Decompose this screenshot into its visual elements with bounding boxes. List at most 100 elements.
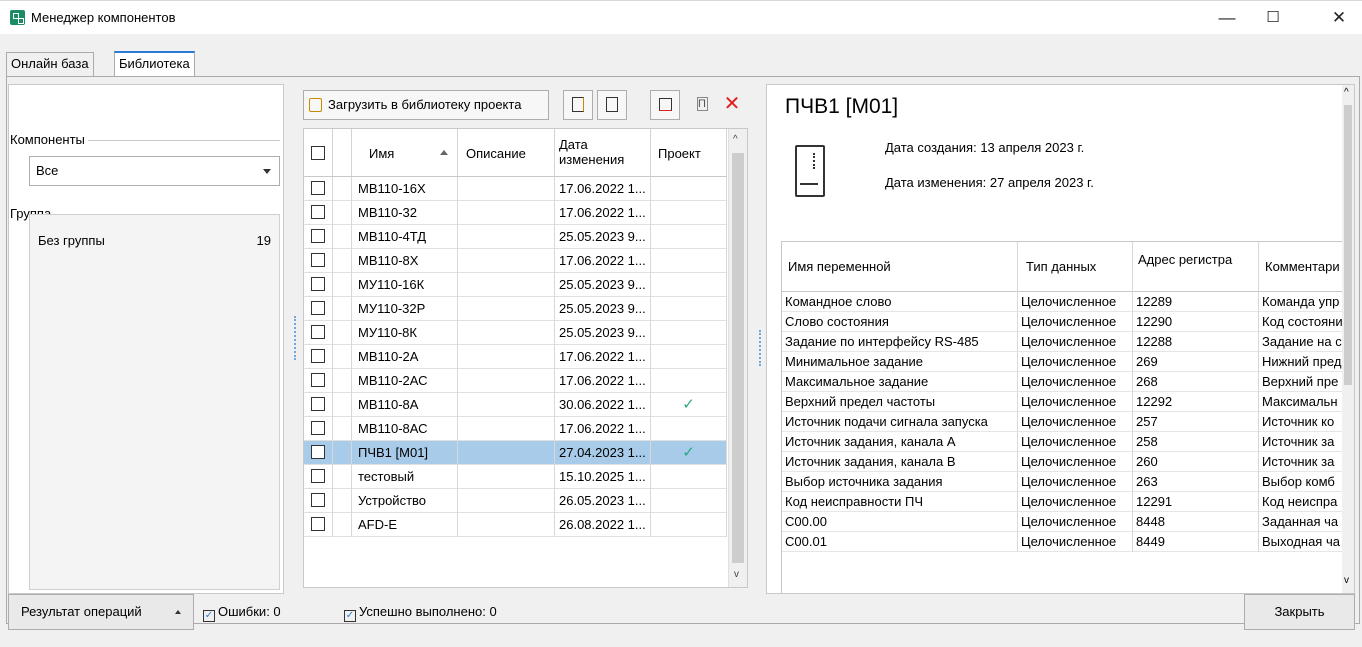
row-checkbox[interactable] [311, 397, 325, 411]
row-name: тестовый [352, 465, 458, 489]
errors-checkbox[interactable]: ✓ [203, 610, 215, 622]
table-row[interactable]: МВ110-2АС 17.06.2022 1... [304, 369, 727, 393]
row-checkbox[interactable] [311, 277, 325, 291]
row-icon-cell: M [333, 465, 352, 489]
variable-row[interactable]: C00.01 Целочисленное 8449 Выходная ча [782, 532, 1354, 552]
success-filter[interactable]: ✓ Успешно выполнено: 0 [344, 604, 497, 622]
table-row[interactable]: МВ110-8АС 17.06.2022 1... [304, 417, 727, 441]
variable-comment: Заданная ча [1259, 512, 1354, 532]
row-checkbox[interactable] [311, 301, 325, 315]
variable-row[interactable]: C00.00 Целочисленное 8448 Заданная ча [782, 512, 1354, 532]
variable-name: C00.01 [782, 532, 1018, 552]
tab-library[interactable]: Библиотека [114, 51, 195, 76]
detail-scroll-up-icon[interactable]: ^ [1344, 87, 1349, 98]
success-checkbox[interactable]: ✓ [344, 610, 356, 622]
column-header-name[interactable]: Имя [352, 129, 458, 176]
row-checkbox[interactable] [311, 325, 325, 339]
errors-filter[interactable]: ✓ Ошибки: 0 [203, 604, 281, 622]
components-select[interactable]: Все [29, 156, 280, 186]
column-header-project[interactable]: Проект [651, 129, 727, 176]
variable-row[interactable]: Выбор источника задания Целочисленное 263 В… [782, 472, 1354, 492]
detail-scrollbar-thumb[interactable] [1344, 105, 1352, 385]
row-checkbox[interactable] [311, 373, 325, 387]
row-checkbox[interactable] [311, 421, 325, 435]
table-row[interactable]: МВ110-8А 30.06.2022 1... ✓ [304, 393, 727, 417]
column-header-description[interactable]: Описание [458, 129, 555, 176]
tab-online-base[interactable]: Онлайн база [6, 52, 94, 76]
table-row[interactable]: МУ110-16К 25.05.2023 9... [304, 273, 727, 297]
table-scrollbar-thumb[interactable] [732, 153, 744, 563]
variable-row[interactable]: Максимальное задание Целочисленное 268 Верх… [782, 372, 1354, 392]
table-scrollbar[interactable]: ^ v [728, 129, 747, 587]
column-variable-name[interactable]: Имя переменной [782, 242, 1018, 292]
row-name: МВ110-4ТД [352, 225, 458, 249]
table-row[interactable]: AFD-E 26.08.2022 1... [304, 513, 727, 537]
close-window-button[interactable]: ✕ [1316, 1, 1362, 35]
variable-row[interactable]: Слово состояния Целочисленное 12290 Код сос… [782, 312, 1354, 332]
detail-scrollbar[interactable]: ^ v [1342, 85, 1354, 593]
select-all-checkbox[interactable] [311, 146, 325, 160]
row-checkbox[interactable] [311, 493, 325, 507]
table-row[interactable]: Mтестовый 15.10.2025 1... [304, 465, 727, 489]
import-button[interactable] [563, 90, 593, 120]
variable-type: Целочисленное [1018, 352, 1133, 372]
row-checkbox[interactable] [311, 253, 325, 267]
delete-button[interactable]: ✕ [720, 90, 744, 120]
variable-row[interactable]: Источник задания, канала А Целочисленное 2… [782, 432, 1354, 452]
column-comment[interactable]: Комментари [1259, 242, 1354, 292]
row-checkbox[interactable] [311, 181, 325, 195]
variable-row[interactable]: Верхний предел частоты Целочисленное 12292… [782, 392, 1354, 412]
row-checkbox[interactable] [311, 445, 325, 459]
table-row[interactable]: МВ110-16Х 17.06.2022 1... [304, 177, 727, 201]
device-icon [795, 145, 825, 197]
variable-row[interactable]: Минимальное задание Целочисленное 269 Нижни… [782, 352, 1354, 372]
variable-row[interactable]: Источник задания, канала В Целочисленное 2… [782, 452, 1354, 472]
splitter-handle-right[interactable] [759, 330, 761, 366]
variable-type: Целочисленное [1018, 392, 1133, 412]
chevron-up-icon [175, 610, 181, 614]
table-row[interactable]: МУ110-32Р 25.05.2023 9... [304, 297, 727, 321]
minimize-button[interactable]: — [1204, 1, 1250, 35]
table-row[interactable]: МВ110-4ТД 25.05.2023 9... [304, 225, 727, 249]
row-checkbox[interactable] [311, 469, 325, 483]
column-data-type[interactable]: Тип данных [1018, 242, 1133, 292]
p-button[interactable]: П [692, 90, 712, 120]
splitter-handle[interactable] [294, 316, 296, 360]
load-to-project-button[interactable]: Загрузить в библиотеку проекта [303, 90, 549, 120]
results-dropdown[interactable]: Результат операций [8, 594, 194, 630]
row-checkbox-cell [304, 249, 333, 273]
row-checkbox[interactable] [311, 229, 325, 243]
row-icon-cell [333, 225, 352, 249]
scroll-up-icon[interactable]: ^ [733, 134, 738, 145]
variable-row[interactable]: Источник подачи сигнала запуска Целочисле… [782, 412, 1354, 432]
table-row[interactable]: МУ110-8К 25.05.2023 9... [304, 321, 727, 345]
detail-scroll-down-icon[interactable]: v [1344, 575, 1349, 586]
row-date: 25.05.2023 9... [555, 273, 651, 297]
table-row[interactable]: МВ110-32 17.06.2022 1... [304, 201, 727, 225]
variable-type: Целочисленное [1018, 432, 1133, 452]
remove-from-project-button[interactable] [650, 90, 680, 120]
column-header-date[interactable]: Дата изменения [555, 129, 651, 176]
components-label: Компоненты [10, 132, 88, 147]
row-checkbox-cell [304, 345, 333, 369]
variable-address: 8449 [1133, 532, 1259, 552]
table-row[interactable]: МВ110-8Х 17.06.2022 1... [304, 249, 727, 273]
row-name: МВ110-8АС [352, 417, 458, 441]
table-row[interactable]: МВ110-2А 17.06.2022 1... [304, 345, 727, 369]
table-row[interactable]: Устройство 26.05.2023 1... [304, 489, 727, 513]
maximize-button[interactable]: ☐ [1250, 1, 1296, 35]
column-register-address[interactable]: Адрес регистра [1133, 242, 1259, 292]
variable-row[interactable]: Код неисправности ПЧ Целочисленное 12291 Ко… [782, 492, 1354, 512]
table-row[interactable]: ПЧВ1 [M01] 27.04.2023 1... ✓ [304, 441, 727, 465]
row-project-check [651, 273, 727, 297]
export-button[interactable] [597, 90, 627, 120]
row-checkbox[interactable] [311, 349, 325, 363]
variable-row[interactable]: Задание по интерфейсу RS-485 Целочисленно… [782, 332, 1354, 352]
row-icon-cell [333, 297, 352, 321]
variable-row[interactable]: Командное слово Целочисленное 12289 Команда… [782, 292, 1354, 312]
row-checkbox[interactable] [311, 517, 325, 531]
close-button[interactable]: Закрыть [1244, 594, 1355, 630]
group-item[interactable]: Без группы 19 [30, 231, 279, 251]
row-checkbox[interactable] [311, 205, 325, 219]
scroll-down-icon[interactable]: v [734, 569, 739, 580]
